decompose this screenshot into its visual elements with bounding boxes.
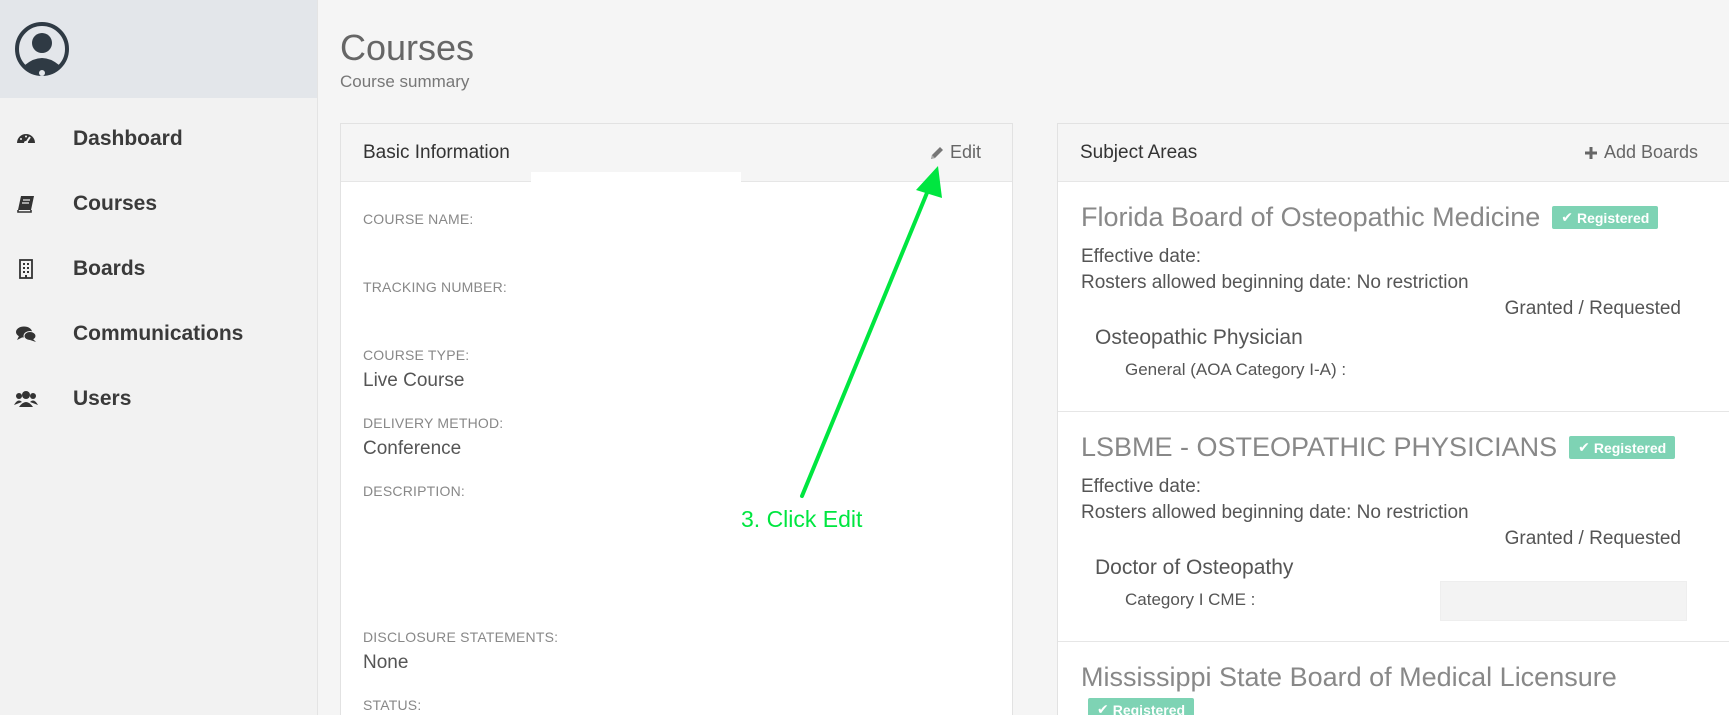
rosters-date: Rosters allowed beginning date: No restr…: [1081, 272, 1469, 293]
course-type-field: COURSE TYPE: Live Course: [363, 347, 469, 392]
book-icon: [14, 192, 38, 216]
add-boards-button[interactable]: Add Boards: [1583, 142, 1698, 163]
badge-label: Registered: [1593, 439, 1667, 456]
category-label: Category I CME :: [1125, 590, 1256, 609]
check-icon: ✔: [1561, 209, 1573, 225]
sidebar-item-label: Boards: [73, 256, 146, 280]
sidebar-item-label: Users: [73, 386, 132, 410]
panel-title: Basic Information: [363, 141, 510, 163]
registered-badge: ✔ Registered: [1088, 698, 1195, 715]
status-label: STATUS:: [363, 697, 422, 713]
board-card: LSBME - OSTEOPATHIC PHYSICIANS ✔ Registe…: [1058, 412, 1729, 642]
sidebar-item-boards[interactable]: Boards: [0, 236, 317, 301]
badge-label: Registered: [1576, 209, 1650, 226]
board-card: Florida Board of Osteopathic Medicine ✔ …: [1058, 182, 1729, 412]
annotation-text: 3. Click Edit: [741, 506, 863, 532]
subject-areas-panel: Subject Areas Add Boards Florida Board o…: [1057, 123, 1729, 715]
board-title-row: LSBME - OSTEOPATHIC PHYSICIANS ✔ Registe…: [1081, 432, 1676, 463]
board-title-row: Florida Board of Osteopathic Medicine ✔ …: [1081, 202, 1659, 233]
redaction-strip: [531, 172, 741, 182]
delivery-method-value: Conference: [363, 438, 462, 459]
course-type-label: COURSE TYPE:: [363, 347, 470, 363]
registered-badge: ✔ Registered: [1569, 436, 1676, 459]
check-icon: ✔: [1578, 439, 1590, 455]
check-icon: ✔: [1097, 701, 1109, 715]
sidebar-item-courses[interactable]: Courses: [0, 171, 317, 236]
registered-badge: ✔ Registered: [1552, 206, 1659, 229]
sidebar: Dashboard Courses Boards Communications …: [0, 0, 318, 715]
user-avatar-logo-icon[interactable]: [14, 21, 70, 77]
sidebar-item-label: Communications: [73, 321, 244, 345]
sidebar-item-label: Courses: [73, 191, 158, 215]
profession-name: Doctor of Osteopathy: [1095, 556, 1294, 579]
add-boards-label: Add Boards: [1603, 142, 1698, 162]
description-field: DESCRIPTION:: [363, 483, 465, 506]
building-icon: [14, 257, 38, 281]
disclosure-label: DISCLOSURE STATEMENTS:: [363, 629, 559, 645]
description-label: DESCRIPTION:: [363, 483, 465, 499]
sidebar-nav: Dashboard Courses Boards Communications …: [0, 98, 317, 431]
sidebar-item-label: Dashboard: [73, 126, 183, 150]
page-title: Courses: [340, 27, 475, 68]
board-card: Mississippi State Board of Medical Licen…: [1058, 642, 1729, 715]
page-subtitle: Course summary: [340, 72, 470, 91]
disclosure-value: None: [363, 652, 409, 673]
dashboard-icon: [14, 127, 38, 151]
panel-heading: Subject Areas Add Boards: [1058, 124, 1729, 182]
sidebar-item-dashboard[interactable]: Dashboard: [0, 106, 317, 171]
granted-requested-label: Granted / Requested: [1504, 528, 1681, 549]
comments-icon: [14, 322, 38, 346]
badge-label: Registered: [1112, 701, 1186, 715]
credit-value-box: [1440, 581, 1687, 621]
rosters-date: Rosters allowed beginning date: No restr…: [1081, 502, 1469, 523]
board-name[interactable]: Florida Board of Osteopathic Medicine: [1081, 202, 1540, 233]
sidebar-header: [0, 0, 317, 98]
tracking-number-label: TRACKING NUMBER:: [363, 279, 507, 295]
granted-requested-label: Granted / Requested: [1504, 298, 1681, 319]
sidebar-item-users[interactable]: Users: [0, 366, 317, 431]
pencil-icon: [930, 146, 943, 159]
category-label: General (AOA Category I-A) :: [1125, 360, 1347, 379]
status-field: STATUS:: [363, 697, 421, 713]
profession-name: Osteopathic Physician: [1095, 326, 1303, 349]
delivery-method-label: DELIVERY METHOD:: [363, 415, 504, 431]
delivery-method-field: DELIVERY METHOD: Conference: [363, 415, 503, 460]
course-name-label: COURSE NAME:: [363, 211, 474, 227]
page-header: Courses Course summary: [340, 26, 474, 92]
basic-information-panel: Basic Information Edit COURSE NAME: TRAC…: [340, 123, 1013, 715]
course-type-value: Live Course: [363, 370, 465, 391]
board-name[interactable]: LSBME - OSTEOPATHIC PHYSICIANS: [1081, 432, 1557, 463]
board-name[interactable]: Mississippi State Board of Medical Licen…: [1081, 662, 1617, 693]
tracking-number-field: TRACKING NUMBER:: [363, 279, 507, 302]
effective-date: Effective date:: [1081, 246, 1202, 267]
course-name-field: COURSE NAME:: [363, 211, 474, 234]
panel-title: Subject Areas: [1080, 141, 1198, 163]
sidebar-item-communications[interactable]: Communications: [0, 301, 317, 366]
edit-label: Edit: [949, 142, 981, 162]
effective-date: Effective date:: [1081, 476, 1202, 497]
plus-icon: [1584, 146, 1597, 159]
edit-button[interactable]: Edit: [929, 142, 981, 163]
users-icon: [14, 387, 38, 411]
disclosure-statements-field: DISCLOSURE STATEMENTS: None: [363, 629, 558, 674]
